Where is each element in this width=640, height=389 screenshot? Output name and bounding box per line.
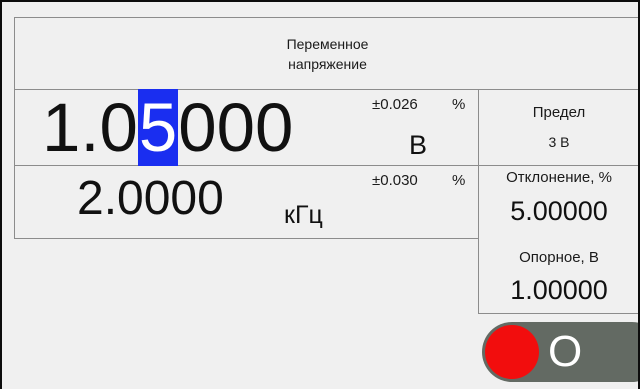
range-value: 3 В — [548, 134, 570, 150]
frequency-tolerance: ±0.030 — [372, 172, 418, 189]
frequency-tolerance-unit: % — [452, 172, 466, 189]
instrument-screen: Переменное напряжение 1.05000 ±0.026 % В… — [0, 0, 640, 389]
voltage-value[interactable]: 1.05000 — [42, 88, 293, 168]
reference-label: Опорное, В — [519, 249, 599, 266]
output-toggle-label: O — [548, 327, 583, 376]
bottom-edge — [0, 383, 640, 389]
toggle-knob-icon — [485, 325, 539, 379]
voltage-unit: В — [409, 130, 428, 160]
voltage-digits-after: 000 — [178, 89, 294, 166]
frequency-value[interactable]: 2.0000 — [77, 171, 224, 227]
deviation-label: Отклонение, % — [506, 169, 612, 186]
range-label: Предел — [532, 104, 586, 121]
voltage-tolerance-unit: % — [452, 96, 466, 113]
mode-title-line2: напряжение — [288, 55, 367, 72]
voltage-digits-before: 1.0 — [42, 89, 138, 166]
reference-value[interactable]: 1.00000 — [479, 274, 639, 306]
voltage-tolerance: ±0.026 — [372, 96, 418, 113]
mode-header[interactable]: Переменное напряжение — [14, 17, 640, 90]
mode-title-line1: Переменное — [286, 35, 369, 52]
output-toggle[interactable]: O — [482, 322, 640, 382]
deviation-value[interactable]: 5.00000 — [479, 195, 639, 227]
frequency-unit: кГц — [284, 201, 323, 229]
voltage-selected-digit[interactable]: 5 — [137, 89, 179, 166]
range-panel[interactable] — [478, 89, 640, 166]
